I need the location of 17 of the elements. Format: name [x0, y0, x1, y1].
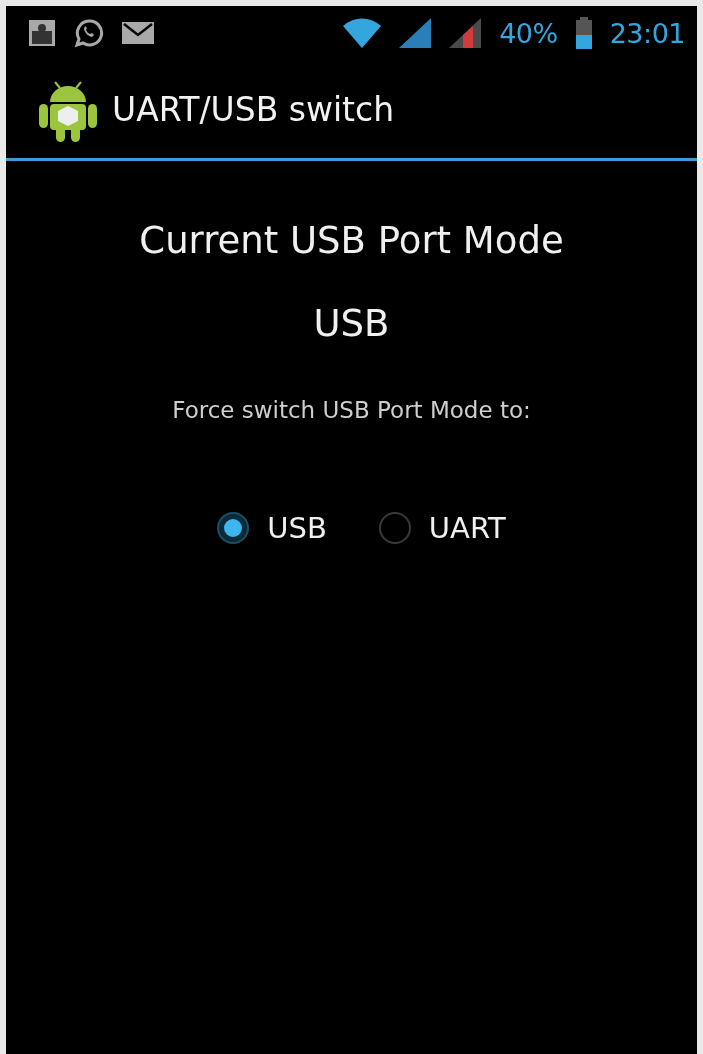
- battery-percent: 40%: [499, 17, 558, 49]
- signal-icon: [449, 18, 482, 48]
- current-mode: USB: [313, 302, 390, 345]
- clock-time: 23:01: [609, 17, 685, 49]
- battery-icon: [575, 17, 592, 49]
- radio-button[interactable]: [378, 512, 411, 544]
- signal-icon: [399, 18, 432, 48]
- radio-option[interactable]: UART: [378, 511, 506, 545]
- notification-icon: [28, 19, 56, 47]
- radio-button[interactable]: [217, 512, 250, 544]
- prompt-text: Force switch USB Port Mode to:: [172, 397, 531, 423]
- heading: Current USB Port Mode: [139, 219, 564, 262]
- chat-bubble-icon: [74, 18, 104, 48]
- radio-option[interactable]: USB: [217, 511, 327, 545]
- wifi-icon: [343, 18, 382, 48]
- mail-icon: [122, 22, 154, 44]
- app-title: UART/USB switch: [112, 89, 395, 129]
